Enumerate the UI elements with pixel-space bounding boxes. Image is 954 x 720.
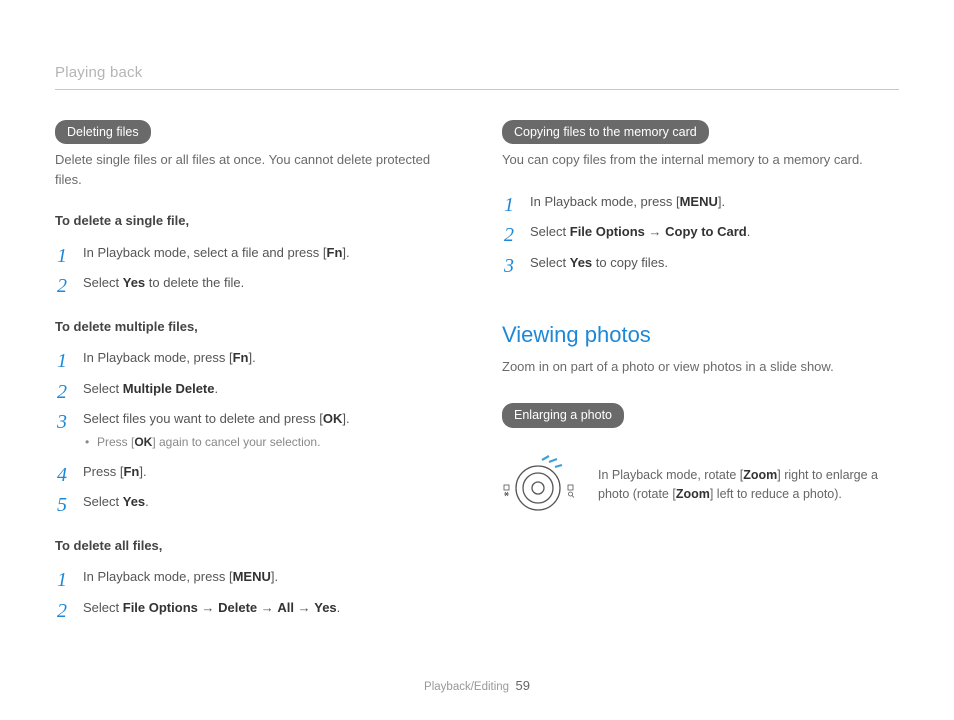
page-footer: Playback/Editing 59 — [0, 676, 954, 696]
steps-delete-multiple: In Playback mode, press [Fn]. Select Mul… — [55, 348, 452, 512]
step: Select File Options → Copy to Card. — [502, 222, 899, 242]
zoom-dial-icon — [502, 452, 580, 518]
steps-delete-single: In Playback mode, select a file and pres… — [55, 243, 452, 293]
menu-key: MENU — [233, 569, 271, 584]
right-column: Copying files to the memory card You can… — [502, 120, 899, 642]
step: In Playback mode, select a file and pres… — [55, 243, 452, 263]
fn-key: Fn — [233, 350, 249, 365]
zoom-description: In Playback mode, rotate [Zoom] right to… — [598, 466, 878, 504]
intro-viewing-photos: Zoom in on part of a photo or view photo… — [502, 357, 899, 377]
pill-deleting-files: Deleting files — [55, 120, 151, 145]
step: Select Yes to delete the file. — [55, 273, 452, 293]
ok-key: OK — [134, 435, 152, 449]
step: In Playback mode, press [Fn]. — [55, 348, 452, 368]
steps-delete-all: In Playback mode, press [MENU]. Select F… — [55, 567, 452, 617]
step: Select File Options → Delete → All → Yes… — [55, 598, 452, 618]
subhead-delete-single: To delete a single file, — [55, 211, 452, 231]
step: In Playback mode, press [MENU]. — [55, 567, 452, 587]
pill-copying-files: Copying files to the memory card — [502, 120, 709, 145]
heading-viewing-photos: Viewing photos — [502, 318, 899, 351]
columns: Deleting files Delete single files or al… — [55, 120, 899, 642]
intro-copying: You can copy files from the internal mem… — [502, 150, 899, 170]
step: Select Yes. — [55, 492, 452, 512]
step: Select Yes to copy files. — [502, 253, 899, 273]
pill-enlarging-photo: Enlarging a photo — [502, 403, 624, 428]
intro-deleting-files: Delete single files or all files at once… — [55, 150, 452, 189]
fn-key: Fn — [123, 464, 139, 479]
zoom-block: In Playback mode, rotate [Zoom] right to… — [502, 452, 899, 518]
subhead-delete-multiple: To delete multiple files, — [55, 317, 452, 337]
left-column: Deleting files Delete single files or al… — [55, 120, 452, 642]
step-note: Press [OK] again to cancel your selectio… — [83, 433, 452, 451]
running-header: Playing back — [55, 62, 899, 90]
page-number: 59 — [515, 678, 529, 693]
page: Playing back Deleting files Delete singl… — [0, 0, 954, 681]
subhead-delete-all: To delete all files, — [55, 536, 452, 556]
step: In Playback mode, press [MENU]. — [502, 192, 899, 212]
menu-key: MENU — [680, 194, 718, 209]
ok-key: OK — [323, 411, 343, 426]
footer-section: Playback/Editing — [424, 681, 509, 693]
fn-key: Fn — [327, 245, 343, 260]
step: Select Multiple Delete. — [55, 379, 452, 399]
step: Press [Fn]. — [55, 462, 452, 482]
step: Select files you want to delete and pres… — [55, 409, 452, 451]
steps-copy: In Playback mode, press [MENU]. Select F… — [502, 192, 899, 273]
